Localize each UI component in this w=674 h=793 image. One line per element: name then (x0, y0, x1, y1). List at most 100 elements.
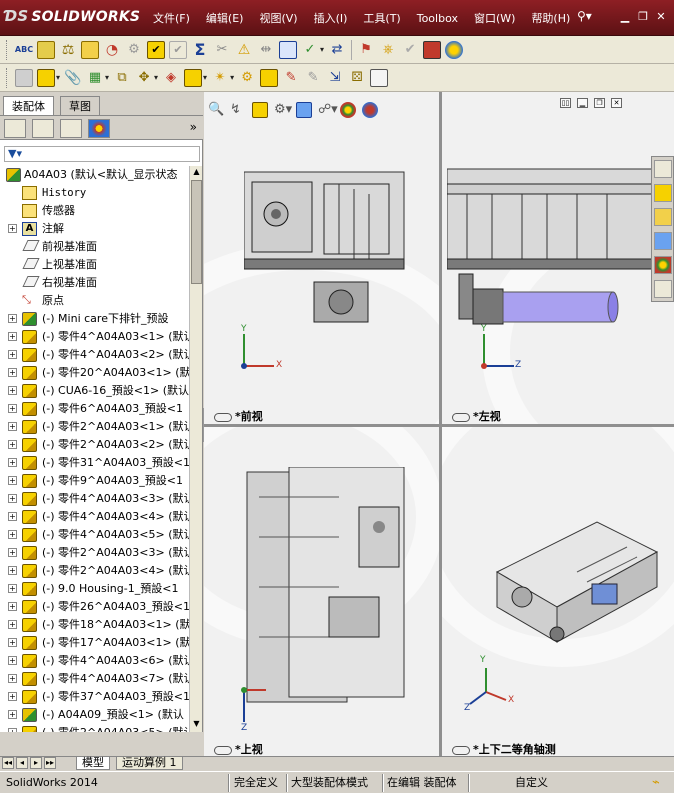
expand-icon[interactable]: + (8, 638, 17, 647)
expand-icon[interactable]: + (8, 530, 17, 539)
display-style-icon[interactable]: ☍▾ (318, 102, 338, 118)
tree-item[interactable]: + (-) 零件4^A04A03<2> (默认 (0, 346, 190, 364)
menu-window[interactable]: 窗口(W) (466, 9, 523, 29)
new-assembly-icon[interactable] (37, 68, 55, 87)
tree-item[interactable]: + (-) 零件9^A04A03_預設<1 (0, 472, 190, 490)
tree-item[interactable]: + (-) 零件4^A04A03<6> (默认 (0, 652, 190, 670)
speedpak-icon[interactable]: ⚄ (348, 69, 366, 87)
graphics-area[interactable]: 🔍 ↯ ⚙▾ ☍▾ Y X *前视 ▯▯ ▁ ❐ ✕ Y Z *左视 Z *上视… (204, 92, 674, 756)
simulation-icon[interactable]: ⚑ (357, 41, 375, 59)
configuration-manager-tab-icon[interactable] (60, 119, 82, 138)
warning-icon[interactable]: ⚠ (235, 41, 253, 59)
bill-of-materials-icon[interactable] (260, 68, 279, 87)
tree-item[interactable]: + A 注解 (0, 220, 190, 238)
tree-item[interactable]: + (-) 零件4^A04A03<5> (默认 (0, 526, 190, 544)
restore-icon[interactable]: ❐ (636, 10, 650, 24)
compare-icon[interactable]: ⇄ (328, 41, 346, 59)
menu-toolbox[interactable]: Toolbox (409, 9, 466, 29)
tree-item[interactable]: + (-) 零件6^A04A03_預設<1 (0, 400, 190, 418)
viewport-close-icon[interactable]: ✕ (611, 98, 622, 108)
expand-icon[interactable]: + (8, 440, 17, 449)
tree-root[interactable]: A04A03 (默认<默认_显示状态 (0, 166, 190, 184)
tree-item[interactable]: + (-) 零件4^A04A03<7> (默认 (0, 670, 190, 688)
tab-motion-study[interactable]: 运动算例 1 (116, 757, 183, 770)
design-library-icon[interactable] (654, 184, 672, 202)
design-table-icon[interactable] (279, 40, 297, 59)
file-explorer-icon[interactable] (654, 208, 672, 226)
toolbar-settings-icon[interactable]: ✓ (301, 41, 319, 59)
tree-item[interactable]: + (-) 零件20^A04A03<1> (默 (0, 364, 190, 382)
expand-icon[interactable]: + (8, 674, 17, 683)
explode-line-icon[interactable]: ✎ (304, 69, 322, 87)
tree-item[interactable]: + (-) 零件18^A04A03<1> (默 (0, 616, 190, 634)
new-dropdown-icon[interactable]: ▾ (56, 73, 60, 82)
tab-model[interactable]: 模型 (76, 757, 110, 770)
motion-icon[interactable]: ⎈ (379, 41, 397, 59)
viewport-minimize-icon[interactable]: ▁ (577, 98, 588, 108)
menu-file[interactable]: 文件(F) (150, 9, 198, 29)
expand-icon[interactable]: + (8, 332, 17, 341)
pattern-dropdown-icon[interactable]: ▾ (105, 73, 109, 82)
expand-icon[interactable]: + (8, 512, 17, 521)
scene-icon[interactable] (362, 102, 378, 118)
viewport-front[interactable]: 🔍 ↯ ⚙▾ ☍▾ Y X *前视 (204, 92, 439, 424)
menu-insert[interactable]: 插入(I) (306, 9, 356, 29)
tree-item[interactable]: History (0, 184, 190, 202)
expand-icon[interactable]: + (8, 224, 17, 233)
assembly-features-icon[interactable] (184, 68, 203, 87)
prev-tab-icon[interactable]: ◂ (16, 757, 28, 769)
zoom-fit-icon[interactable]: 🔍 (208, 102, 224, 118)
edit-component-icon[interactable] (37, 40, 55, 59)
appearances-scenes-icon[interactable] (654, 256, 672, 274)
viewport-isometric[interactable]: Y X Z *上下二等角轴测 (442, 427, 674, 756)
tab-sketch[interactable]: 草图 (60, 96, 100, 115)
menu-edit[interactable]: 编辑(E) (198, 9, 252, 29)
expand-icon[interactable]: + (8, 368, 17, 377)
tree-filter[interactable]: ▼▾ (4, 146, 200, 162)
expand-icon[interactable]: + (8, 350, 17, 359)
tree-item[interactable]: + (-) 零件2^A04A03<2> (默认 (0, 436, 190, 454)
link-views-icon[interactable]: ▯▯ (560, 98, 571, 108)
reference-dropdown-icon[interactable]: ▾ (230, 73, 234, 82)
toolbar-grip[interactable] (6, 67, 9, 88)
more-tabs-icon[interactable]: » (190, 120, 197, 134)
display-manager-tab-icon[interactable] (88, 119, 110, 138)
tree-item[interactable]: +(-) 零件2^A04A03<5> (默认 (0, 724, 190, 732)
tree-item[interactable]: + (-) 零件37^A04A03_預設<1 (0, 688, 190, 706)
tree-item[interactable]: 前视基准面 (0, 238, 190, 256)
insert-component-icon[interactable] (15, 68, 33, 87)
expand-icon[interactable]: + (8, 566, 17, 575)
tree-item[interactable]: + (-) A04A09_預設<1> (默认 (0, 706, 190, 724)
solidworks-resources-icon[interactable] (654, 160, 672, 178)
mate-icon[interactable]: 📎 (64, 69, 82, 87)
zoom-area-icon[interactable]: ↯ (230, 102, 246, 118)
scroll-up-icon[interactable]: ▲ (191, 167, 202, 179)
tree-scrollbar[interactable]: ▲ ▼ (189, 166, 202, 732)
new-motion-study-icon[interactable]: ⚙ (238, 69, 256, 87)
minimize-icon[interactable]: ▁ (618, 10, 632, 24)
expand-icon[interactable]: + (8, 314, 17, 323)
funnel-icon[interactable]: ▼▾ (8, 147, 22, 160)
expand-icon[interactable]: + (8, 476, 17, 485)
tree-item[interactable]: 上视基准面 (0, 256, 190, 274)
view-orientation-icon[interactable] (296, 102, 312, 118)
render-icon[interactable] (445, 40, 464, 59)
scroll-thumb[interactable] (191, 180, 202, 284)
last-tab-icon[interactable]: ▸▸ (44, 757, 56, 769)
hole-alignment-icon[interactable]: ⇹ (257, 41, 275, 59)
tree-item[interactable]: 右视基准面 (0, 274, 190, 292)
expand-icon[interactable]: + (8, 386, 17, 395)
tree-item[interactable]: ⤡ 原点 (0, 292, 190, 310)
reference-geometry-icon[interactable]: ✴ (211, 69, 229, 87)
menu-tools[interactable]: 工具(T) (355, 9, 408, 29)
interference-icon[interactable]: ✔ (147, 40, 165, 59)
menu-help[interactable]: 帮助(H) (523, 9, 578, 29)
move-component-icon[interactable]: ✥ (135, 69, 153, 87)
feature-manager-tab-icon[interactable] (4, 119, 26, 138)
next-tab-icon[interactable]: ▸ (30, 757, 42, 769)
expand-icon[interactable]: + (8, 656, 17, 665)
section-view-icon[interactable]: ⚙▾ (274, 102, 292, 118)
tree-item[interactable]: + (-) 零件4^A04A03<3> (默认 (0, 490, 190, 508)
first-tab-icon[interactable]: ◂◂ (2, 757, 14, 769)
status-units[interactable]: 自定义 (515, 775, 548, 791)
